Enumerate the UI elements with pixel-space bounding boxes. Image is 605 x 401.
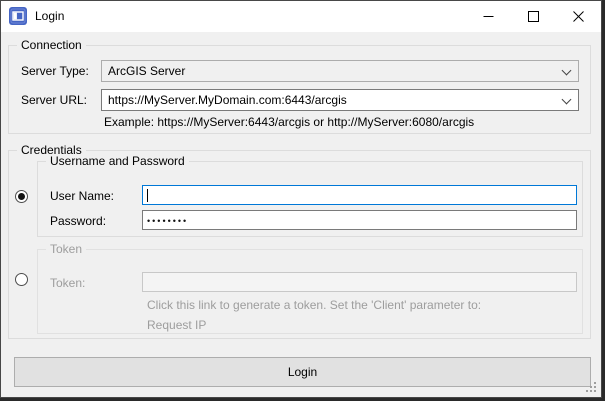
resize-grip-dots: [594, 382, 596, 384]
token-group-label: Token: [46, 242, 86, 256]
text-caret: [147, 189, 148, 202]
password-masked-value: ••••••••: [147, 216, 188, 226]
window-title: Login: [35, 1, 64, 32]
resize-grip[interactable]: [586, 382, 598, 394]
credentials-group: Credentials Username and Password User N…: [8, 150, 591, 339]
chevron-down-icon: [562, 66, 572, 76]
server-url-value: https://MyServer.MyDomain.com:6443/arcgi…: [108, 93, 347, 107]
login-button[interactable]: Login: [14, 357, 591, 387]
server-url-combobox[interactable]: https://MyServer.MyDomain.com:6443/arcgi…: [101, 89, 579, 111]
chevron-down-icon: [562, 95, 572, 105]
app-window-icon: [9, 7, 27, 25]
maximize-icon: [528, 11, 539, 22]
server-type-value: ArcGIS Server: [108, 64, 185, 78]
password-input[interactable]: ••••••••: [142, 210, 577, 230]
server-type-label: Server Type:: [21, 64, 89, 78]
username-label: User Name:: [50, 189, 114, 203]
server-url-example: Example: https://MyServer:6443/arcgis or…: [104, 115, 474, 129]
password-label: Password:: [50, 214, 106, 228]
token-group: Token Token: Click this link to generate…: [37, 249, 583, 334]
token-label: Token:: [50, 276, 85, 290]
username-password-group-label: Username and Password: [46, 154, 189, 168]
close-icon: [573, 11, 584, 22]
token-hint: Click this link to generate a token. Set…: [147, 298, 481, 312]
caption-buttons: [466, 1, 601, 32]
username-input[interactable]: [142, 185, 577, 205]
token-generate-link: Request IP: [147, 318, 206, 332]
connection-group: Connection Server Type: ArcGIS Server Se…: [8, 45, 591, 134]
title-bar: Login: [1, 1, 601, 32]
server-type-combobox[interactable]: ArcGIS Server: [101, 60, 579, 82]
server-url-label: Server URL:: [21, 93, 87, 107]
minimize-button[interactable]: [466, 1, 511, 32]
username-password-group: Username and Password User Name: Passwor…: [37, 161, 583, 237]
close-button[interactable]: [556, 1, 601, 32]
login-button-label: Login: [288, 365, 317, 379]
minimize-icon: [483, 11, 494, 22]
maximize-button[interactable]: [511, 1, 556, 32]
token-input: [142, 272, 577, 292]
username-password-radio[interactable]: [15, 190, 28, 203]
login-dialog: Login Connection Server Type: ArcGIS Ser…: [0, 0, 602, 398]
token-radio[interactable]: [15, 273, 28, 286]
connection-group-label: Connection: [17, 38, 86, 52]
